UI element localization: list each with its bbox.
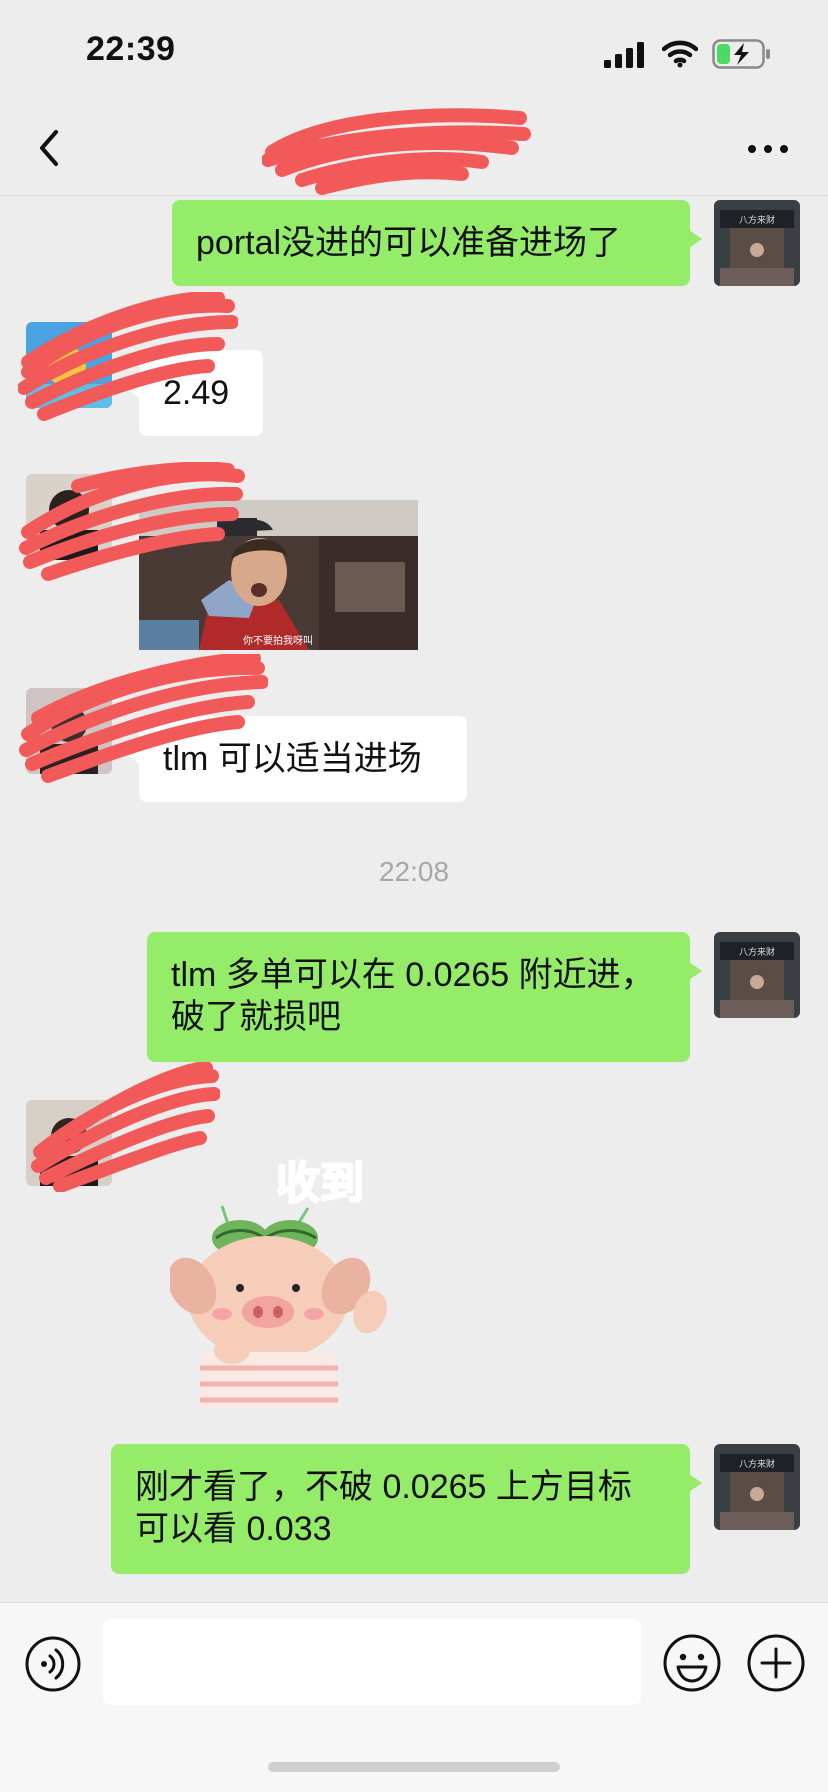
message-me-2: tlm 多单可以在 0.0265 附近进， 破了就损吧 八方来财 xyxy=(0,932,828,1064)
back-icon[interactable] xyxy=(34,126,62,170)
message-text: 2.49 xyxy=(163,374,230,412)
avatar-me-text: 八方来财 xyxy=(739,214,775,226)
message-line: 可以看 0.033 xyxy=(135,1510,332,1548)
message-bubble[interactable]: 2.49 xyxy=(127,350,263,436)
avatar-other-4[interactable] xyxy=(26,1100,112,1186)
message-bubble[interactable]: 刚才看了，不破 0.0265 上方目标 可以看 0.033 xyxy=(111,1444,702,1574)
message-bubble[interactable]: portal没进的可以准备进场了 xyxy=(172,200,702,286)
message-other-1: 2.49 xyxy=(0,292,828,440)
chat-header xyxy=(0,100,828,196)
message-line: tlm 多单可以在 0.0265 附近进， xyxy=(171,956,655,994)
timestamp: 22:08 xyxy=(378,856,450,887)
video-frame-image[interactable]: 你不要拍我呀叫 xyxy=(139,500,418,650)
chat-screen: 22:39 portal没进的可以准备进场了 八方来财 2.49 你不要拍我呀叫… xyxy=(0,0,828,1792)
avatar-other-2[interactable] xyxy=(26,474,112,560)
wifi-icon xyxy=(662,40,698,68)
message-me-3: 刚才看了，不破 0.0265 上方目标 可以看 0.033 八方来财 xyxy=(0,1444,828,1576)
message-text: portal没进的可以准备进场了 xyxy=(196,224,622,262)
message-other-4: 收到 xyxy=(0,1062,828,1418)
avatar-me-text: 八方来财 xyxy=(739,946,775,958)
avatar-me[interactable]: 八方来财 xyxy=(714,1444,800,1530)
pig-sticker[interactable]: 收到 xyxy=(167,1138,400,1408)
message-me-1: portal没进的可以准备进场了 八方来财 xyxy=(0,200,828,290)
message-other-3: tlm 可以适当进场 xyxy=(0,654,828,806)
battery-charging-icon xyxy=(712,39,770,69)
redaction-scribble xyxy=(262,108,531,195)
signal-icon xyxy=(604,42,644,68)
avatar-other-1[interactable] xyxy=(26,322,112,408)
emoji-icon[interactable] xyxy=(662,1633,722,1693)
message-bubble[interactable]: tlm 可以适当进场 xyxy=(127,716,467,802)
message-other-2: 你不要拍我呀叫 xyxy=(0,462,828,652)
plus-icon[interactable] xyxy=(746,1633,806,1693)
more-icon[interactable] xyxy=(744,134,792,164)
sticker-text: 收到 xyxy=(276,1158,364,1209)
status-bar: 22:39 xyxy=(0,0,828,100)
status-time: 22:39 xyxy=(86,30,176,68)
message-text: tlm 可以适当进场 xyxy=(163,740,422,778)
avatar-me[interactable]: 八方来财 xyxy=(714,200,800,286)
avatar-me-text: 八方来财 xyxy=(739,1458,775,1470)
message-bubble[interactable]: tlm 多单可以在 0.0265 附近进， 破了就损吧 xyxy=(147,932,702,1062)
message-line: 破了就损吧 xyxy=(171,998,341,1036)
video-caption: 你不要拍我呀叫 xyxy=(243,634,313,647)
message-line: 刚才看了，不破 0.0265 上方目标 xyxy=(135,1468,632,1506)
avatar-me[interactable]: 八方来财 xyxy=(714,932,800,1018)
voice-icon[interactable] xyxy=(24,1635,82,1693)
home-indicator xyxy=(268,1762,560,1772)
avatar-other-3[interactable] xyxy=(26,688,112,774)
message-input[interactable] xyxy=(103,1619,641,1705)
